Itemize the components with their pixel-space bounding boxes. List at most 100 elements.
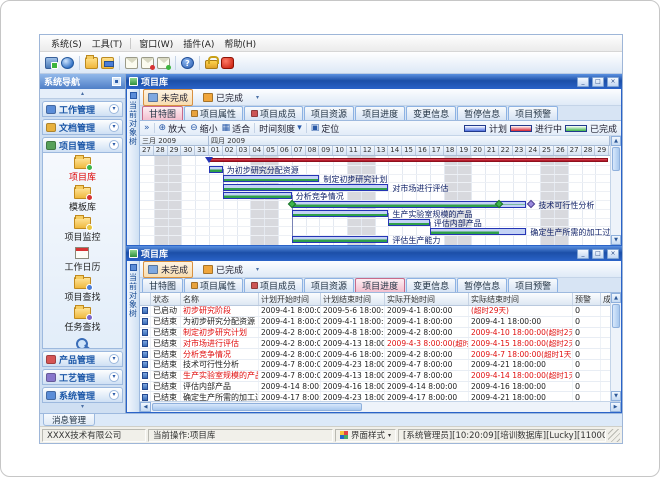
gantt-task-bar[interactable] <box>292 201 527 208</box>
ui-style-selector[interactable]: 界面样式 ▾ <box>335 429 396 442</box>
table-row[interactable]: 已启动初步研究阶段2009-4-1 8:00:002009-5-6 18:00:… <box>140 306 610 317</box>
toolbar-button[interactable] <box>45 57 58 69</box>
menu-item-0[interactable]: 系统(S) <box>46 36 87 51</box>
tab-项目资源[interactable]: 项目资源 <box>304 278 354 292</box>
side-tab-object-tree[interactable]: 当前对象树 <box>127 89 140 245</box>
toolbar-button[interactable]: ? <box>181 57 194 69</box>
gantt-tool-button[interactable]: ▦适合 <box>222 122 251 135</box>
tab-甘特图[interactable]: 甘特图 <box>142 278 183 292</box>
sidebar-group-1[interactable]: 文档管理▾ <box>42 119 123 135</box>
column-header-icon[interactable] <box>140 293 151 305</box>
gantt-task-bar[interactable] <box>292 210 389 217</box>
filter-button[interactable]: 未完成 <box>143 261 193 278</box>
gantt-tool-button[interactable]: » <box>144 123 150 133</box>
column-header-实际结束时间[interactable]: 实际结束时间 <box>469 293 573 305</box>
sidebar-item[interactable]: 项目库 <box>69 157 96 183</box>
table-row[interactable]: 已结束生产实验室规模的产品2009-4-7 8:00:002009-4-13 1… <box>140 371 610 382</box>
column-header-计划结束时间[interactable]: 计划结束时间 <box>321 293 385 305</box>
tab-甘特图[interactable]: 甘特图 <box>142 106 183 120</box>
sidebar-group-0[interactable]: 工作管理▾ <box>42 101 123 117</box>
gantt-tool-button[interactable]: ⊖缩小 <box>190 122 218 135</box>
maximize-button[interactable]: □ <box>592 77 604 87</box>
window-titlebar[interactable]: 项目库 _ □ × <box>126 246 622 261</box>
tab-项目资源[interactable]: 项目资源 <box>304 106 354 120</box>
toolbar-button[interactable] <box>101 57 114 69</box>
column-header-状态[interactable]: 状态 <box>151 293 181 305</box>
toolbar-button[interactable] <box>157 57 170 69</box>
scrollbar-thumb[interactable] <box>612 304 620 328</box>
sidebar-group-4[interactable]: 工艺管理▾ <box>42 369 123 385</box>
chevron-down-icon[interactable]: ▾ <box>109 122 119 132</box>
tab-项目属性[interactable]: 项目属性 <box>184 278 243 292</box>
scroll-left-icon[interactable]: ◀ <box>140 402 151 412</box>
gantt-task-bar[interactable] <box>430 228 527 235</box>
table-row[interactable]: 已结束分析竞争情况2009-4-2 8:00:002009-4-6 18:00:… <box>140 349 610 360</box>
dropdown-icon[interactable]: ▾ <box>253 94 262 101</box>
table-row[interactable]: 已结束对市场进行评估2009-4-2 8:00:002009-4-13 18:0… <box>140 338 610 349</box>
tab-项目进度[interactable]: 项目进度 <box>355 278 405 292</box>
gantt-chart-body[interactable]: 为初步研究分配资源制定初步研究计划对市场进行评估分析竞争情况技术可行性分析生产实… <box>140 156 610 245</box>
gantt-task-bar[interactable] <box>209 166 223 173</box>
scroll-down-icon[interactable]: ▼ <box>611 235 621 245</box>
tab-项目进度[interactable]: 项目进度 <box>355 106 405 120</box>
sidebar-more-button[interactable]: ▾ <box>40 403 125 413</box>
scroll-down-icon[interactable]: ▼ <box>611 391 621 401</box>
sidebar-item[interactable]: 项目查找 <box>64 277 100 303</box>
table-row[interactable]: 已结束评估内部产品2009-4-14 8:00:002009-4-16 18:0… <box>140 382 610 393</box>
gantt-tool-button[interactable]: ▣定位 <box>311 122 340 135</box>
chevron-down-icon[interactable]: ▾ <box>109 372 119 382</box>
tab-项目成员[interactable]: 项目成员 <box>244 106 303 120</box>
sidebar-item[interactable]: 任务查找 <box>64 307 100 333</box>
menu-item-1[interactable]: 工具(T) <box>87 36 128 51</box>
toolbar-button[interactable] <box>141 57 154 69</box>
tab-暂停信息[interactable]: 暂停信息 <box>457 106 507 120</box>
scrollbar-thumb[interactable] <box>612 147 620 171</box>
dropdown-icon[interactable]: ▾ <box>253 266 262 273</box>
table-row[interactable]: 已结束制定初步研究计划2009-4-2 8:00:002009-4-8 18:0… <box>140 328 610 339</box>
gantt-task-bar[interactable] <box>292 236 389 243</box>
column-header-名称[interactable]: 名称 <box>181 293 259 305</box>
tab-项目成员[interactable]: 项目成员 <box>244 278 303 292</box>
menu-item-4[interactable]: 插件(A) <box>178 36 219 51</box>
column-header-预警[interactable]: 预警 <box>573 293 601 305</box>
sidebar-group-2[interactable]: 项目管理▾ <box>42 137 123 153</box>
gantt-summary-bar[interactable] <box>209 158 608 162</box>
toolbar-button[interactable] <box>85 57 98 69</box>
gantt-task-bar[interactable] <box>388 219 429 226</box>
close-button[interactable]: × <box>607 77 619 87</box>
tab-项目预警[interactable]: 项目预警 <box>508 278 558 292</box>
tab-变更信息[interactable]: 变更信息 <box>406 106 456 120</box>
toolbar-button[interactable] <box>125 57 138 69</box>
minimize-button[interactable]: _ <box>577 77 589 87</box>
filter-button[interactable]: 已完成 <box>198 261 248 278</box>
table-vertical-scrollbar[interactable]: ▲ ▼ <box>610 293 621 401</box>
tab-message-management[interactable]: 消息管理 <box>43 414 95 426</box>
sidebar-item[interactable]: 项目文档查找 <box>55 337 109 349</box>
sidebar-item[interactable]: 工作日历 <box>64 247 100 273</box>
window-titlebar[interactable]: 项目库 _ □ × <box>126 74 622 89</box>
gantt-tool-button[interactable]: ⊕放大 <box>159 122 187 135</box>
scroll-up-icon[interactable]: ▲ <box>611 293 621 303</box>
pin-icon[interactable]: ▪ <box>112 77 121 86</box>
scroll-up-icon[interactable]: ▲ <box>611 136 621 146</box>
toolbar-button[interactable] <box>61 57 74 69</box>
tab-暂停信息[interactable]: 暂停信息 <box>457 278 507 292</box>
tab-变更信息[interactable]: 变更信息 <box>406 278 456 292</box>
table-row[interactable]: 已结束技术可行性分析2009-4-7 8:00:002009-4-23 18:0… <box>140 360 610 371</box>
gantt-vertical-scrollbar[interactable]: ▲ ▼ <box>610 136 621 245</box>
maximize-button[interactable]: □ <box>592 249 604 259</box>
sidebar-group-5[interactable]: 系统管理▾ <box>42 387 123 403</box>
chevron-down-icon[interactable]: ▾ <box>109 390 119 400</box>
sidebar-group-3[interactable]: 产品管理▾ <box>42 351 123 367</box>
chevron-down-icon[interactable]: ▾ <box>109 140 119 150</box>
chevron-down-icon[interactable]: ▾ <box>109 354 119 364</box>
column-header-实际开始时间[interactable]: 实际开始时间 <box>385 293 469 305</box>
table-row[interactable]: 已结束确定生产所需的加工过程2009-4-17 8:00:002009-4-23… <box>140 392 610 401</box>
toolbar-button[interactable] <box>221 57 234 69</box>
table-horizontal-scrollbar[interactable]: ◀ ▶ <box>140 401 621 412</box>
gantt-task-bar[interactable] <box>223 184 389 191</box>
tab-项目属性[interactable]: 项目属性 <box>184 106 243 120</box>
toolbar-button[interactable] <box>205 57 218 69</box>
tab-项目预警[interactable]: 项目预警 <box>508 106 558 120</box>
gantt-tool-button[interactable]: 时间刻度▾ <box>259 122 302 135</box>
